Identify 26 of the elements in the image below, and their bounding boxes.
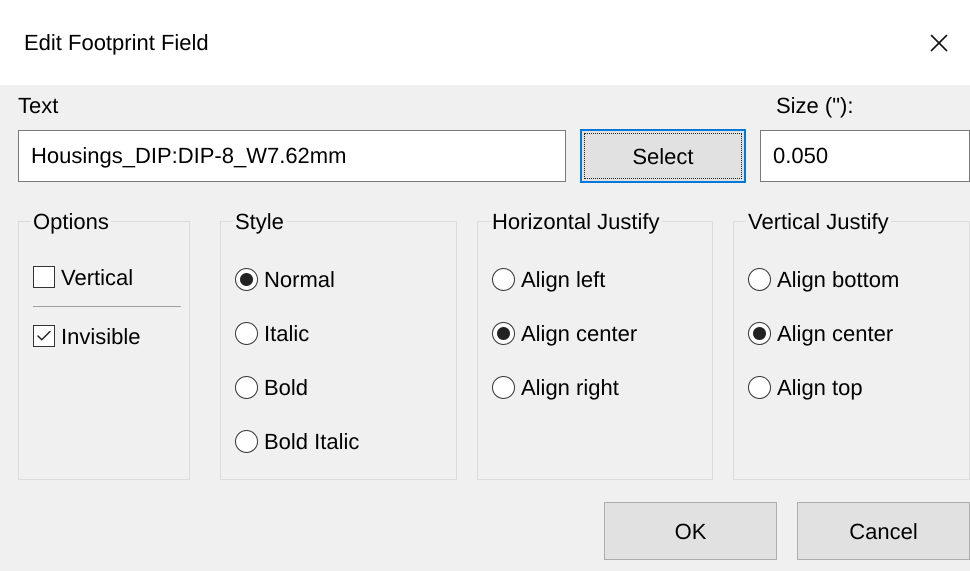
- size-field[interactable]: 0.050: [760, 130, 970, 182]
- text-field[interactable]: Housings_DIP:DIP-8_W7.62mm: [18, 130, 566, 182]
- checkbox-box[interactable]: [33, 266, 55, 288]
- radio-option[interactable]: Normal: [235, 252, 456, 306]
- dialog-button[interactable]: OK: [604, 502, 777, 560]
- group-title: Options: [32, 208, 110, 236]
- window-title: Edit Footprint Field: [24, 29, 209, 57]
- radio-option[interactable]: Align right: [492, 360, 712, 414]
- size-label: Size ("):: [776, 92, 854, 120]
- radio-option[interactable]: Bold: [235, 360, 456, 414]
- group-title: Horizontal Justify: [491, 208, 661, 236]
- radio-option[interactable]: Align bottom: [748, 252, 969, 306]
- checkbox[interactable]: Invisible: [33, 311, 189, 361]
- text-label: Text: [18, 92, 60, 120]
- radio-option[interactable]: Bold Italic: [235, 414, 456, 468]
- checkbox-box[interactable]: [33, 325, 55, 347]
- radio-option[interactable]: Italic: [235, 306, 456, 360]
- dialog-button[interactable]: Cancel: [797, 502, 970, 560]
- group-title: Vertical Justify: [747, 208, 890, 236]
- radio-option[interactable]: Align left: [492, 252, 712, 306]
- radio-option[interactable]: Align center: [492, 306, 712, 360]
- checkbox[interactable]: Vertical: [33, 252, 189, 302]
- select-button[interactable]: Select: [580, 129, 746, 183]
- group-title: Style: [234, 208, 285, 236]
- radio-option[interactable]: Align center: [748, 306, 969, 360]
- radio-option[interactable]: Align top: [748, 360, 969, 414]
